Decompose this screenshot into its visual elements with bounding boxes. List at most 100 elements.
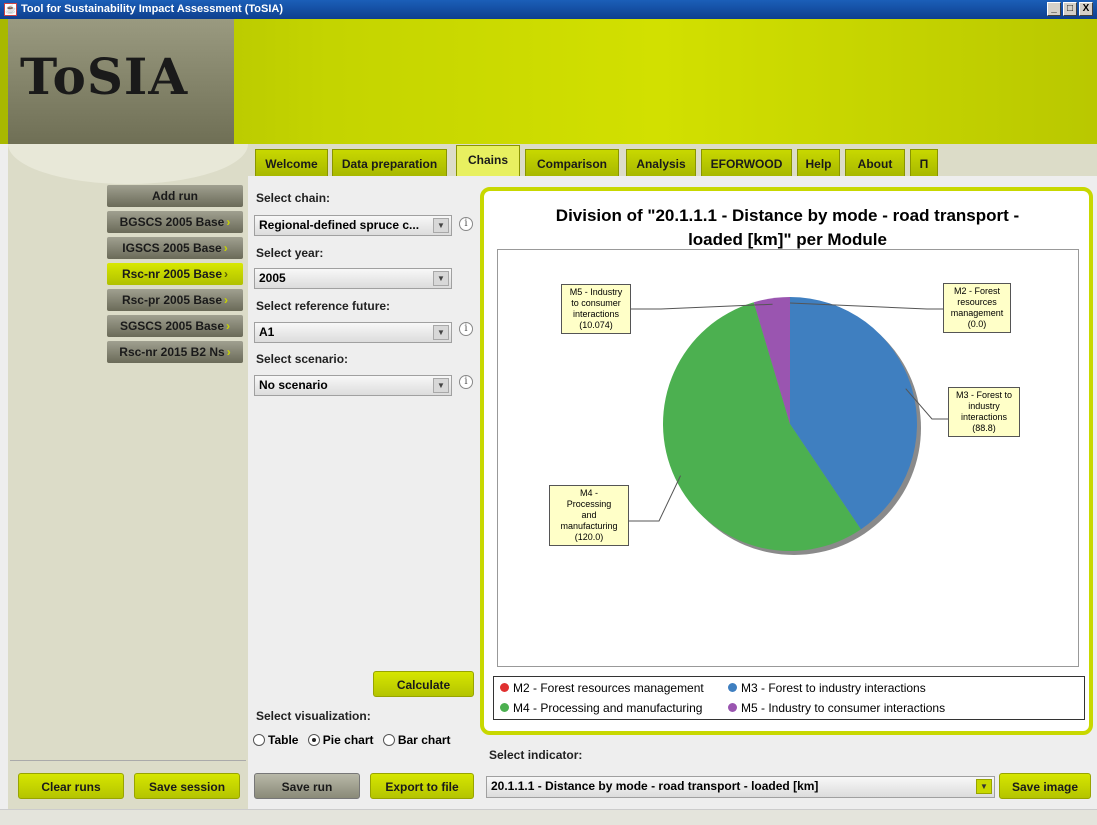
legend-dot-icon xyxy=(500,683,509,692)
run-item[interactable]: BGSCS 2005 Base › xyxy=(107,211,243,233)
save-image-button[interactable]: Save image xyxy=(999,773,1091,799)
annotation-line: to consumer xyxy=(571,298,621,308)
year-label: Select year: xyxy=(256,246,324,260)
calculate-button[interactable]: Calculate xyxy=(373,671,474,697)
run-item[interactable]: Rsc-pr 2005 Base › xyxy=(107,289,243,311)
indicator-select[interactable]: 20.1.1.1 - Distance by mode - road trans… xyxy=(486,776,995,798)
run-item[interactable]: IGSCS 2005 Base › xyxy=(107,237,243,259)
run-item-label: Rsc-nr 2015 B2 Ns xyxy=(119,345,225,359)
tab-analysis[interactable]: Analysis xyxy=(626,149,696,176)
legend-dot-icon xyxy=(728,703,737,712)
run-item[interactable]: Rsc-nr 2005 Base › xyxy=(107,263,243,285)
annotation-line: management xyxy=(950,308,1004,318)
annotation-line: M2 - Forest xyxy=(953,286,1000,296)
chart-legend: M2 - Forest resources management M3 - For… xyxy=(493,676,1085,720)
chain-label: Select chain: xyxy=(256,191,331,205)
slice-annotation: M4 - Processing and manufacturing (120.0) xyxy=(549,485,629,546)
scenario-select[interactable]: No scenario ▼ xyxy=(254,375,452,396)
slice-annotation: M2 - Forest resources management (0.0) xyxy=(943,283,1011,333)
annotation-line: interactions xyxy=(960,412,1008,422)
radio-circle-icon xyxy=(253,734,265,746)
legend-item: M4 - Processing and manufacturing xyxy=(500,701,702,715)
visualization-radio-group: Table Pie chart Bar chart xyxy=(253,733,451,747)
legend-dot-icon xyxy=(500,703,509,712)
app-logo: ToSIA xyxy=(8,19,234,144)
radio-bar-chart[interactable]: Bar chart xyxy=(382,733,451,747)
run-item-label: SGSCS 2005 Base xyxy=(119,319,225,333)
annotation-line: interactions xyxy=(572,309,620,319)
radio-table[interactable]: Table xyxy=(253,733,298,747)
year-select[interactable]: 2005 ▼ xyxy=(254,268,452,289)
legend-dot-icon xyxy=(728,683,737,692)
legend-item: M3 - Forest to industry interactions xyxy=(728,681,926,695)
annotation-line: (88.8) xyxy=(972,423,996,433)
chevron-down-icon: ▼ xyxy=(433,218,449,233)
run-item-label: Rsc-nr 2005 Base xyxy=(121,267,223,281)
annotation-line: M3 - Forest to xyxy=(955,390,1012,400)
legend-item: M2 - Forest resources management xyxy=(500,681,704,695)
scenario-info-icon[interactable]: i xyxy=(459,375,473,389)
chart-title: Division of "20.1.1.1 - Distance by mode… xyxy=(500,204,1075,252)
annotation-line: industry xyxy=(968,401,1000,411)
annotation-line: (120.0) xyxy=(574,532,604,542)
indicator-label: Select indicator: xyxy=(489,748,583,762)
tab-about[interactable]: About xyxy=(845,149,905,176)
chevron-down-icon: ▼ xyxy=(433,325,449,340)
chain-select[interactable]: Regional-defined spruce c... ▼ xyxy=(254,215,452,236)
reference-info-icon[interactable]: i xyxy=(459,322,473,336)
tab-welcome[interactable]: Welcome xyxy=(255,149,328,176)
close-button[interactable]: X xyxy=(1079,2,1093,16)
save-session-button[interactable]: Save session xyxy=(134,773,240,799)
chain-info-icon[interactable]: i xyxy=(459,217,473,231)
reference-future-select[interactable]: A1 ▼ xyxy=(254,322,452,343)
tab-help[interactable]: Help xyxy=(797,149,840,176)
annotation-line: and xyxy=(581,510,597,520)
chevron-right-icon: › xyxy=(224,293,229,307)
chevron-right-icon: › xyxy=(224,267,229,281)
run-item-label: BGSCS 2005 Base xyxy=(119,215,225,229)
annotation-line: (10.074) xyxy=(579,320,613,330)
tab-data-preparation[interactable]: Data preparation xyxy=(332,149,447,176)
legend-label: M5 - Industry to consumer interactions xyxy=(741,701,946,715)
run-item-label: IGSCS 2005 Base xyxy=(122,241,222,255)
visualization-label: Select visualization: xyxy=(256,709,371,723)
tab-comparison[interactable]: Comparison xyxy=(525,149,619,176)
window-title: Tool for Sustainability Impact Assessmen… xyxy=(21,3,284,15)
annotation-line: manufacturing xyxy=(560,521,618,531)
slice-annotation: M5 - Industry to consumer interactions (10.… xyxy=(561,284,631,334)
chevron-down-icon: ▼ xyxy=(433,378,449,393)
tab-chains[interactable]: Chains xyxy=(456,145,520,176)
run-item[interactable]: SGSCS 2005 Base › xyxy=(107,315,243,337)
run-item[interactable]: Rsc-nr 2015 B2 Ns › xyxy=(107,341,243,363)
java-icon: ☕ xyxy=(4,3,17,16)
annotation-line: resources xyxy=(957,297,997,307)
radio-circle-icon xyxy=(307,734,320,746)
chevron-down-icon: ▼ xyxy=(976,779,992,794)
reference-future-label: Select reference future: xyxy=(256,299,391,313)
minimize-button[interactable]: _ xyxy=(1047,2,1061,16)
maximize-button[interactable]: □ xyxy=(1063,2,1077,16)
chevron-right-icon: › xyxy=(226,215,231,229)
scenario-label: Select scenario: xyxy=(256,352,349,366)
chevron-down-icon: ▼ xyxy=(433,271,449,286)
legend-label: M3 - Forest to industry interactions xyxy=(741,681,926,695)
annotation-leader-line xyxy=(629,475,682,522)
chevron-right-icon: › xyxy=(223,241,228,255)
export-to-file-button[interactable]: Export to file xyxy=(370,773,474,799)
tab-eforwood[interactable]: EFORWOOD xyxy=(701,149,792,176)
save-run-button[interactable]: Save run xyxy=(254,773,360,799)
annotation-line: M5 - Industry xyxy=(569,287,623,297)
clear-runs-button[interactable]: Clear runs xyxy=(18,773,124,799)
slice-annotation: M3 - Forest to industry interactions (88.8) xyxy=(948,387,1020,437)
annotation-line: (0.0) xyxy=(967,319,987,329)
annotation-line: Processing xyxy=(566,499,612,509)
legend-label: M4 - Processing and manufacturing xyxy=(513,701,703,715)
chart-title-line1: Division of "20.1.1.1 - Distance by mode… xyxy=(555,206,1020,225)
run-item-label: Rsc-pr 2005 Base xyxy=(121,293,223,307)
chevron-right-icon: › xyxy=(226,345,231,359)
add-run-button[interactable]: Add run xyxy=(107,185,243,207)
chevron-right-icon: › xyxy=(226,319,231,333)
radio-pie-chart[interactable]: Pie chart xyxy=(307,733,374,747)
tab-pi[interactable]: Π xyxy=(910,149,938,176)
annotation-line: M4 - xyxy=(580,488,598,498)
